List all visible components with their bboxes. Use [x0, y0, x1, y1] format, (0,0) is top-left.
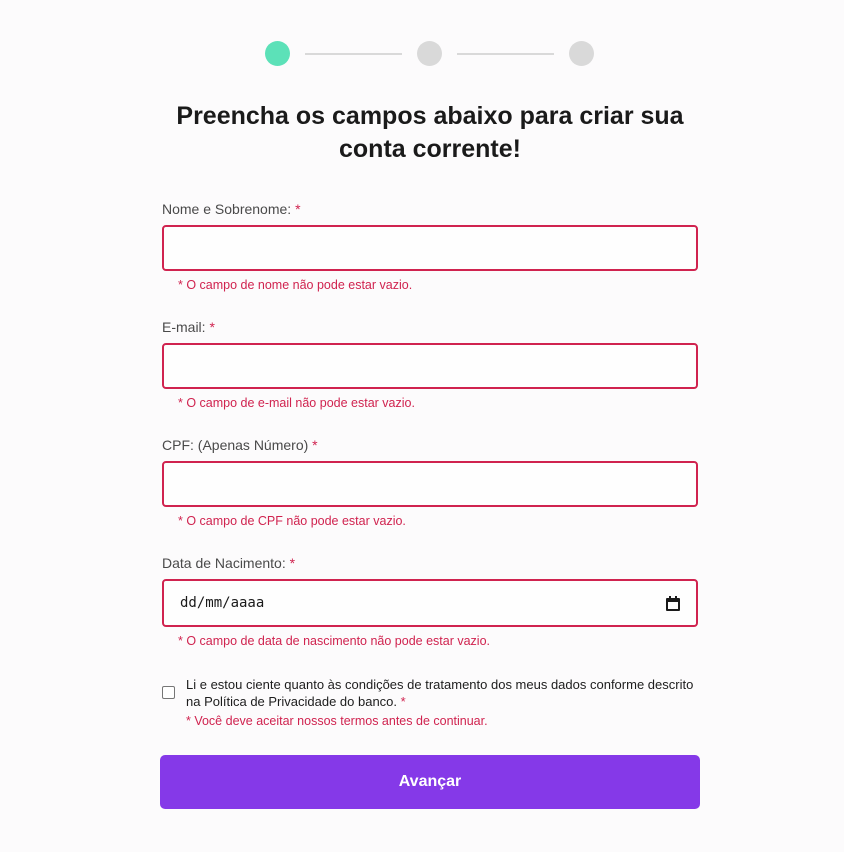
birthdate-error: * O campo de data de nascimento não pode… — [178, 634, 490, 648]
birthdate-label: Data de Nacimento: — [162, 555, 286, 571]
email-field-group: E-mail: * * O campo de e-mail não pode e… — [162, 318, 698, 411]
required-marker: * — [209, 319, 215, 335]
name-input[interactable] — [162, 225, 698, 271]
birthdate-input[interactable]: dd/mm/aaaa — [162, 579, 698, 627]
required-marker: * — [400, 694, 406, 709]
consent-checkbox[interactable] — [162, 686, 175, 699]
advance-button[interactable]: Avançar — [160, 755, 700, 809]
required-marker: * — [312, 437, 318, 453]
consent-error: * Você deve aceitar nossos termos antes … — [186, 714, 488, 728]
cpf-error: * O campo de CPF não pode estar vazio. — [178, 514, 406, 528]
step-1-indicator — [265, 41, 290, 66]
cpf-input[interactable] — [162, 461, 698, 507]
name-error: * O campo de nome não pode estar vazio. — [178, 278, 413, 292]
email-label: E-mail: — [162, 319, 206, 335]
consent-label: Li e estou ciente quanto às condições de… — [186, 677, 694, 709]
cpf-label: CPF: (Apenas Número) — [162, 437, 309, 453]
required-marker: * — [295, 201, 301, 217]
step-3-indicator — [569, 41, 594, 66]
email-input[interactable] — [162, 343, 698, 389]
consent-group: Li e estou ciente quanto às condições de… — [162, 676, 702, 729]
name-label: Nome e Sobrenome: — [162, 201, 292, 217]
required-marker: * — [289, 555, 296, 571]
signup-page: Preencha os campos abaixo para criar sua… — [0, 0, 844, 852]
birthdate-field-group: Data de Nacimento: * dd/mm/aaaa * O camp… — [162, 554, 698, 649]
progress-stepper — [265, 41, 594, 66]
email-error: * O campo de e-mail não pode estar vazio… — [178, 396, 415, 410]
name-field-group: Nome e Sobrenome: * * O campo de nome nã… — [162, 200, 698, 293]
step-connector — [457, 52, 554, 55]
birthdate-placeholder: dd/mm/aaaa — [180, 595, 265, 611]
cpf-field-group: CPF: (Apenas Número) * * O campo de CPF … — [162, 436, 698, 529]
step-2-indicator — [417, 41, 442, 66]
calendar-icon[interactable] — [666, 595, 680, 611]
step-connector — [305, 52, 402, 55]
page-title: Preencha os campos abaixo para criar sua… — [176, 102, 684, 163]
